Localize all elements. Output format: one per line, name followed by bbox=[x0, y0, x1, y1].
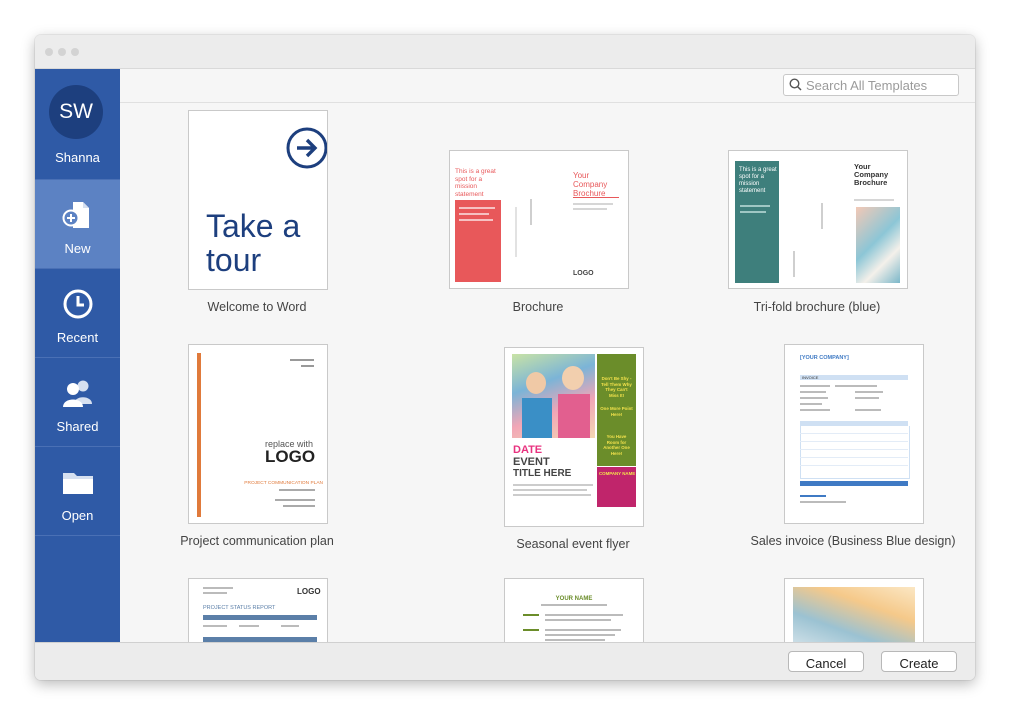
thumb-event-title: TITLE HERE bbox=[513, 468, 572, 479]
zoom-window-button[interactable] bbox=[71, 48, 79, 56]
sidebar-item-label: Shared bbox=[56, 419, 99, 434]
template-thumbnail[interactable]: replace with LOGO PROJECT COMMUNICATION … bbox=[188, 344, 328, 524]
template-thumbnail[interactable]: YOUR NAME bbox=[504, 578, 644, 642]
template-name: Brochure bbox=[512, 300, 564, 314]
thumb-logo: LOGO bbox=[297, 587, 321, 596]
template-gallery-window: SW Shanna New Recent Shared Open Search … bbox=[35, 35, 975, 680]
thumb-company-panel: COMPANY NAME bbox=[597, 467, 636, 507]
clock-icon bbox=[63, 289, 93, 319]
template-name: Seasonal event flyer bbox=[516, 537, 630, 551]
thumb-logo: LOGO bbox=[573, 270, 594, 277]
user-name: Shanna bbox=[55, 150, 100, 165]
sidebar-item-open[interactable]: Open bbox=[35, 446, 120, 536]
title-bar bbox=[35, 35, 975, 69]
thumb-date: DATE bbox=[513, 444, 543, 456]
arrow-right-circle-icon bbox=[286, 127, 327, 169]
template-thumbnail[interactable] bbox=[784, 578, 924, 642]
create-button[interactable]: Create bbox=[881, 651, 957, 672]
thumb-title: PROJECT STATUS REPORT bbox=[203, 605, 276, 611]
thumb-side-text: You Have Room for Another One Here! bbox=[603, 434, 630, 456]
search-icon bbox=[789, 78, 802, 91]
search-bar-area bbox=[120, 69, 975, 103]
thumb-invoice: INVOICE bbox=[802, 375, 819, 380]
template-thumbnail[interactable]: This is a great spot for a mission state… bbox=[728, 150, 908, 289]
minimize-window-button[interactable] bbox=[58, 48, 66, 56]
sidebar-item-label: Recent bbox=[56, 330, 99, 345]
thumb-side-panel: Don't Be Shy - Tell Them Why They Can't … bbox=[597, 354, 636, 466]
new-document-icon bbox=[62, 202, 89, 228]
thumb-heading: This is a great spot for a mission state… bbox=[455, 168, 496, 198]
template-name: Tri-fold brochure (blue) bbox=[753, 300, 881, 314]
people-icon bbox=[63, 380, 92, 407]
thumb-heading: This is a great spot for a mission state… bbox=[739, 167, 777, 194]
search-box[interactable] bbox=[783, 74, 959, 96]
folder-icon bbox=[63, 473, 93, 494]
thumb-name: YOUR NAME bbox=[555, 596, 593, 602]
template-name: Welcome to Word bbox=[207, 300, 307, 314]
search-input[interactable] bbox=[806, 76, 954, 94]
template-thumbnail[interactable]: LOGO PROJECT STATUS REPORT bbox=[188, 578, 328, 642]
thumb-side-text: One More Point Here! bbox=[600, 406, 633, 417]
close-window-button[interactable] bbox=[45, 48, 53, 56]
avatar[interactable]: SW bbox=[49, 85, 103, 139]
thumb-title-line: Take a bbox=[206, 208, 301, 244]
sidebar-item-shared[interactable]: Shared bbox=[35, 357, 120, 446]
thumb-title: PROJECT COMMUNICATION PLAN bbox=[244, 481, 323, 486]
thumb-photo bbox=[856, 207, 900, 283]
sidebar-item-label: Open bbox=[61, 508, 94, 523]
thumb-side-text: Don't Be Shy - Tell Them Why They Can't … bbox=[601, 376, 632, 398]
thumb-photo bbox=[512, 354, 595, 438]
template-thumbnail[interactable]: [YOUR COMPANY] INVOICE bbox=[784, 344, 924, 524]
template-name: Project communication plan bbox=[180, 534, 334, 548]
thumb-accent-bar bbox=[197, 353, 201, 517]
sidebar-item-label: New bbox=[64, 241, 91, 256]
thumb-photo bbox=[793, 587, 915, 642]
thumb-title-line: tour bbox=[206, 242, 262, 278]
template-grid: Take a tour Welcome to Word This is a gr… bbox=[120, 103, 975, 642]
sidebar: SW Shanna New Recent Shared Open bbox=[35, 69, 120, 642]
thumb-heading: Your Company Brochure bbox=[854, 162, 889, 187]
thumb-event: EVENT bbox=[513, 456, 550, 468]
cancel-button[interactable]: Cancel bbox=[788, 651, 864, 672]
thumb-company: COMPANY NAME bbox=[599, 471, 636, 476]
thumb-company: [YOUR COMPANY] bbox=[800, 355, 849, 361]
thumb-logo: LOGO bbox=[265, 447, 316, 466]
template-thumbnail[interactable]: Take a tour bbox=[188, 110, 328, 290]
template-thumbnail[interactable]: This is a great spot for a mission state… bbox=[449, 150, 629, 289]
template-thumbnail[interactable]: DATE EVENT TITLE HERE Don't Be Shy - Tel… bbox=[504, 347, 644, 527]
template-name: Sales invoice (Business Blue design) bbox=[750, 534, 956, 548]
thumb-heading: Your Company Brochure bbox=[573, 171, 608, 198]
sidebar-item-new[interactable]: New bbox=[35, 179, 120, 268]
sidebar-item-recent[interactable]: Recent bbox=[35, 268, 120, 357]
action-bar: Cancel Create bbox=[35, 642, 975, 680]
